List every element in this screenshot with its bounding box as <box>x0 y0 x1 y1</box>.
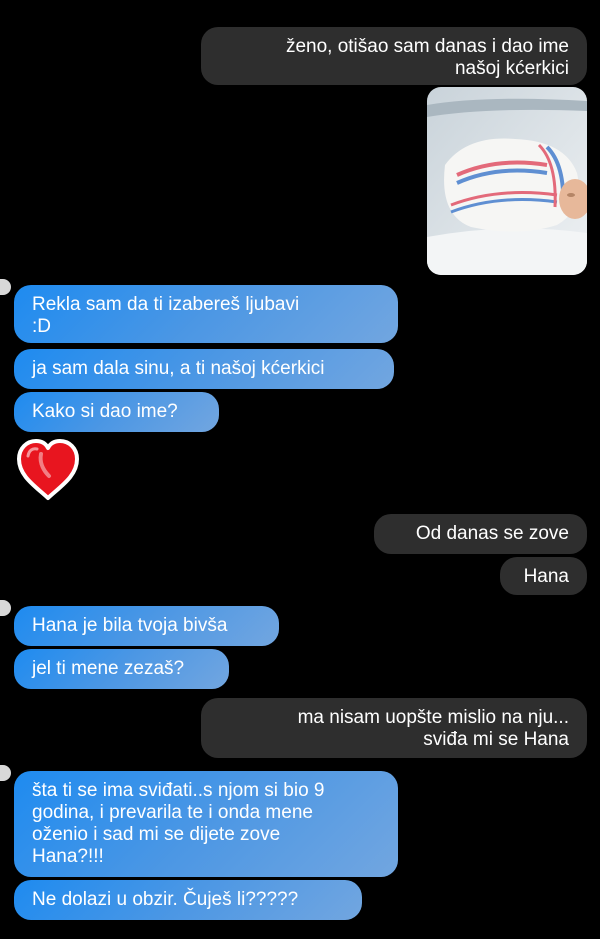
message-bubble-outgoing[interactable]: Od danas se zove <box>374 514 587 554</box>
message-bubble-outgoing[interactable]: Hana <box>500 557 587 595</box>
message-bubble-incoming[interactable]: Rekla sam da ti izabereš ljubavi :D <box>14 285 398 343</box>
message-bubble-incoming[interactable]: ja sam dala sinu, a ti našoj kćerkici <box>14 349 394 389</box>
message-bubble-incoming[interactable]: Kako si dao ime? <box>14 392 219 432</box>
photo-image <box>427 87 587 275</box>
sender-avatar[interactable] <box>0 279 11 295</box>
message-bubble-incoming[interactable]: jel ti mene zezaš? <box>14 649 229 689</box>
message-bubble-incoming[interactable]: šta ti se ima sviđati..s njom si bio 9 g… <box>14 771 398 877</box>
red-heart-icon[interactable] <box>15 438 81 502</box>
message-bubble-outgoing[interactable]: ženo, otišao sam danas i dao ime našoj k… <box>201 27 587 85</box>
message-bubble-incoming[interactable]: Hana je bila tvoja bivša <box>14 606 279 646</box>
sender-avatar[interactable] <box>0 765 11 781</box>
sender-avatar[interactable] <box>0 600 11 616</box>
heart-shape <box>17 439 79 500</box>
message-bubble-incoming[interactable]: Ne dolazi u obzir. Čuješ li????? <box>14 880 362 920</box>
message-bubble-outgoing[interactable]: ma nisam uopšte mislio na nju... sviđa m… <box>201 698 587 758</box>
newborn-baby-photo[interactable] <box>427 87 587 275</box>
